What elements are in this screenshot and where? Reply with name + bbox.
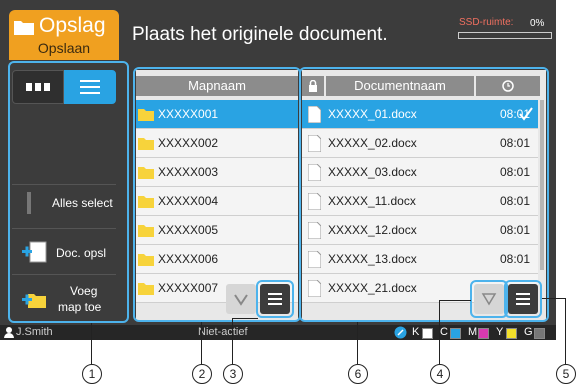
ink-label: M — [468, 326, 478, 338]
storage-mode-button[interactable]: Opslag Opslaan — [9, 10, 119, 60]
callout-box-4 — [470, 280, 508, 318]
ink-label: G — [524, 326, 533, 338]
leader-line-2 — [201, 322, 202, 364]
callout-1: 1 — [82, 364, 102, 384]
callout-box-3 — [256, 280, 294, 318]
leader-line-5 — [542, 298, 566, 299]
callout-5: 5 — [556, 364, 576, 384]
mode-title: Opslag — [39, 14, 106, 37]
ssd-label: SSD-ruimte: — [459, 17, 514, 28]
callout-box-5 — [504, 280, 542, 318]
leader-line-5b — [565, 298, 566, 364]
leader-line-1 — [91, 323, 92, 364]
ink-level-indicator — [478, 328, 489, 339]
callout-box-1 — [8, 61, 129, 323]
top-bar: Opslag Opslaan Plaats het originele docu… — [0, 0, 556, 62]
leader-line-3 — [232, 318, 233, 364]
callout-3: 3 — [223, 364, 243, 384]
leader-line-4 — [439, 300, 440, 364]
ssd-usage-bar — [458, 32, 552, 39]
callout-2: 2 — [192, 364, 212, 384]
ink-label: K — [412, 326, 420, 338]
ssd-value: 0% — [530, 18, 545, 29]
callout-4: 4 — [430, 364, 450, 384]
ink-level-indicator — [450, 328, 461, 339]
user-name: J.Smith — [16, 326, 53, 338]
ink-label: Y — [496, 326, 504, 338]
status-bar: J.Smith Niet-actief K C M Y G — [0, 325, 556, 340]
leader-line-4b — [439, 300, 471, 301]
leader-line-3b — [232, 318, 258, 319]
folder-icon — [14, 21, 34, 35]
ink-label: C — [440, 326, 448, 338]
ink-level-indicator — [506, 328, 517, 339]
ink-level-indicator — [534, 328, 545, 339]
user-icon — [4, 327, 14, 338]
machine-state: Niet-actief — [198, 326, 248, 338]
mode-subtitle: Opslaan — [37, 40, 91, 56]
leader-line-6 — [357, 322, 358, 364]
status-message: Plaats het originele document. — [132, 24, 388, 45]
callout-6: 6 — [348, 364, 368, 384]
ink-level-indicator — [422, 328, 433, 339]
ink-status-icon — [394, 326, 407, 339]
